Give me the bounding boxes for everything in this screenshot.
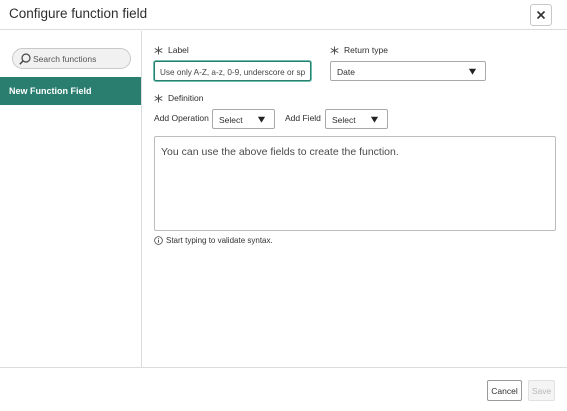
dropdown-arrow-icon: [370, 116, 379, 123]
label-input[interactable]: [155, 63, 310, 82]
required-asterisk-icon: [154, 93, 163, 103]
sidebar: New Function Field: [0, 31, 142, 367]
main-form: Label Return type Date: [142, 31, 567, 367]
definition-title: Definition: [154, 93, 203, 103]
search-icon: [19, 53, 31, 65]
definition-editor[interactable]: [154, 136, 556, 231]
label-field-title: Label: [154, 45, 189, 55]
configure-function-field-dialog: Configure function field New Function Fi…: [0, 0, 567, 411]
dialog-footer: Cancel Save: [0, 367, 567, 411]
required-asterisk-icon: [154, 45, 163, 55]
dropdown-arrow-icon: [468, 68, 477, 75]
definition-textarea[interactable]: [155, 137, 555, 230]
return-type-title: Return type: [330, 45, 388, 55]
return-type-title-text: Return type: [344, 45, 388, 55]
return-type-value: Date: [337, 67, 355, 77]
save-button[interactable]: Save: [528, 380, 555, 401]
close-button[interactable]: [530, 4, 552, 26]
add-field-label: Add Field: [285, 113, 321, 123]
required-asterisk-icon: [330, 45, 339, 55]
close-icon: [536, 10, 546, 20]
syntax-hint-text: Start typing to validate syntax.: [166, 236, 273, 245]
label-input-wrapper[interactable]: [154, 61, 311, 82]
definition-title-text: Definition: [168, 93, 204, 103]
add-operation-value: Select: [219, 115, 243, 125]
add-field-value: Select: [332, 115, 356, 125]
dropdown-arrow-icon: [257, 116, 266, 123]
search-box[interactable]: [12, 48, 131, 69]
return-type-select[interactable]: Date: [330, 61, 486, 81]
add-field-select[interactable]: Select: [325, 109, 388, 129]
info-icon: [154, 236, 163, 245]
cancel-button[interactable]: Cancel: [487, 380, 522, 401]
dialog-header: Configure function field: [0, 0, 567, 30]
syntax-hint: Start typing to validate syntax.: [154, 236, 273, 245]
add-operation-select[interactable]: Select: [212, 109, 275, 129]
search-input[interactable]: [33, 50, 128, 67]
sidebar-item-new-function-field[interactable]: New Function Field: [0, 77, 141, 105]
add-operation-label: Add Operation: [154, 113, 209, 123]
label-field-title-text: Label: [168, 45, 189, 55]
dialog-title: Configure function field: [9, 6, 148, 21]
